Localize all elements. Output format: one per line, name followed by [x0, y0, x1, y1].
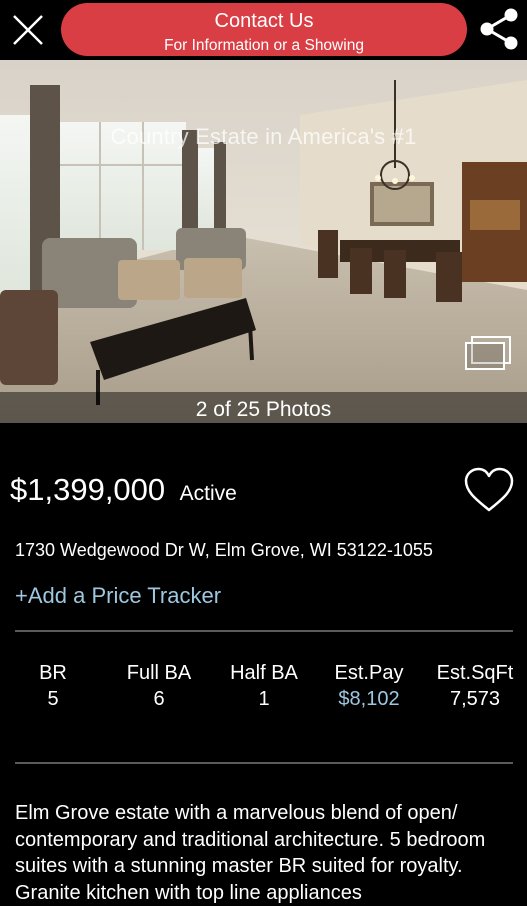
share-button[interactable] [476, 6, 522, 52]
stat-label: Full BA [126, 662, 192, 684]
stat-est-sqft: Est.SqFt 7,573 [432, 660, 518, 712]
living-room-photo [0, 60, 527, 423]
add-price-tracker-link[interactable]: +Add a Price Tracker [15, 583, 221, 609]
share-icon [480, 8, 518, 50]
top-bar: Contact Us For Information or a Showing [0, 0, 527, 60]
listing-description: Elm Grove estate with a marvelous blend … [15, 802, 486, 904]
listing-status: Active [179, 482, 237, 505]
contact-us-label: Contact Us [214, 10, 314, 32]
divider [15, 762, 513, 764]
stat-label: BR [39, 662, 67, 684]
contact-us-subtitle: For Information or a Showing [164, 37, 364, 54]
stat-value: 7,573 [449, 688, 501, 710]
heart-outline-icon [464, 467, 514, 512]
price-row: $1,399,000 Active [10, 472, 237, 508]
photo-overlay-title: Country Estate in America's #1 [110, 124, 417, 149]
gallery-icon [465, 336, 511, 370]
stat-half-baths: Half BA 1 [222, 660, 306, 712]
stat-label: Half BA [230, 662, 298, 684]
stat-value: 1 [258, 688, 270, 710]
stat-bedrooms: BR 5 [20, 660, 86, 712]
stat-est-payment[interactable]: Est.Pay $8,102 [326, 660, 412, 712]
gallery-button[interactable] [462, 334, 516, 374]
stat-label: Est.SqFt [436, 662, 514, 684]
stat-value: 6 [153, 688, 165, 710]
listing-address: 1730 Wedgewood Dr W, Elm Grove, WI 53122… [15, 540, 433, 560]
listing-price: $1,399,000 [10, 472, 166, 507]
stat-value: $8,102 [338, 688, 400, 710]
close-button[interactable] [8, 10, 48, 50]
divider [15, 630, 513, 632]
contact-us-button[interactable]: Contact Us For Information or a Showing [61, 3, 467, 56]
stat-label: Est.Pay [334, 662, 404, 684]
favorite-button[interactable] [463, 466, 515, 514]
stat-full-baths: Full BA 6 [118, 660, 200, 712]
listing-photo[interactable]: Country Estate in America's #1 [0, 60, 527, 423]
stat-value: 5 [47, 688, 59, 710]
photo-counter: 2 of 25 Photos [0, 392, 527, 423]
close-icon [13, 15, 43, 45]
